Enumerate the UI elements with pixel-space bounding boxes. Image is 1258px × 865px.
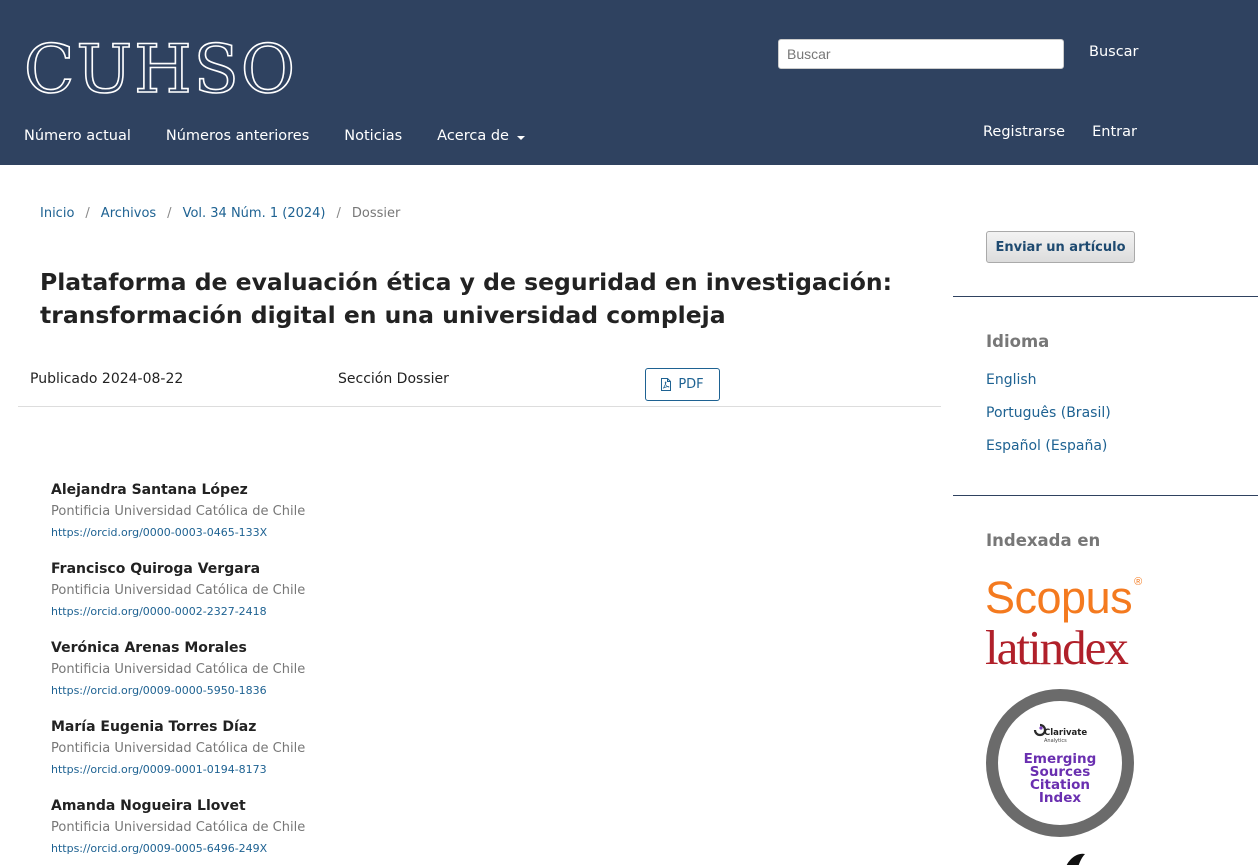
- author-orcid-link[interactable]: https://orcid.org/0009-0001-0194-8173: [51, 763, 551, 777]
- pdf-label: PDF: [678, 377, 704, 392]
- latindex-logo[interactable]: latindex: [985, 620, 1129, 675]
- breadcrumb-current: Dossier: [351, 206, 401, 221]
- breadcrumb-separator: /: [167, 206, 172, 221]
- primary-nav: Número actual Números anteriores Noticia…: [24, 128, 560, 144]
- author-orcid-link[interactable]: https://orcid.org/0009-0005-6496-249X: [51, 842, 551, 856]
- author-affiliation: Pontificia Universidad Católica de Chile: [51, 662, 306, 677]
- web-of-science-badge[interactable]: Web of Science Indexed Clarivate Analyti…: [985, 688, 1135, 838]
- site-logo[interactable]: CUHSO: [23, 30, 297, 110]
- login-link[interactable]: Entrar: [1092, 124, 1137, 140]
- language-portuguese[interactable]: Português (Brasil): [986, 404, 1111, 437]
- scopus-logo-text: Scopus: [985, 572, 1133, 623]
- nav-archives[interactable]: Números anteriores: [166, 128, 309, 144]
- author-name: Francisco Quiroga Vergara: [51, 561, 261, 577]
- submit-article-button[interactable]: Enviar un artículo: [986, 231, 1135, 263]
- file-pdf-icon: [661, 378, 672, 391]
- user-nav: Registrarse Entrar: [983, 124, 1164, 140]
- author-item: Amanda Nogueira Llovet Pontificia Univer…: [51, 797, 551, 865]
- register-link[interactable]: Registrarse: [983, 124, 1065, 140]
- search-input[interactable]: [778, 39, 1064, 69]
- nav-news[interactable]: Noticias: [344, 128, 402, 144]
- breadcrumb-archives[interactable]: Archivos: [101, 206, 156, 221]
- author-affiliation: Pontificia Universidad Católica de Chile: [51, 583, 306, 598]
- article-title: Plataforma de evaluación ética y de segu…: [40, 268, 893, 329]
- author-item: Alejandra Santana López Pontificia Unive…: [51, 481, 551, 560]
- breadcrumb-issue[interactable]: Vol. 34 Núm. 1 (2024): [183, 206, 326, 221]
- clarivate-label: Clarivate: [1044, 728, 1087, 738]
- sidebar-divider: [953, 296, 1258, 297]
- language-heading: Idioma: [986, 332, 1050, 351]
- nav-about-label: Acerca de: [437, 128, 509, 144]
- registered-mark: ®: [1134, 576, 1142, 588]
- nav-about[interactable]: Acerca de: [437, 128, 525, 144]
- language-list: English Português (Brasil) Español (Espa…: [986, 371, 1111, 470]
- author-name: Verónica Arenas Morales: [51, 640, 247, 656]
- author-affiliation: Pontificia Universidad Católica de Chile: [51, 820, 306, 835]
- breadcrumb-separator: /: [336, 206, 341, 221]
- partial-logo-icon: [1066, 853, 1085, 865]
- author-orcid-link[interactable]: https://orcid.org/0009-0000-5950-1836: [51, 684, 551, 698]
- author-orcid-link[interactable]: https://orcid.org/0000-0002-2327-2418: [51, 605, 551, 619]
- author-name: Alejandra Santana López: [51, 482, 248, 498]
- author-list: Alejandra Santana López Pontificia Unive…: [51, 481, 551, 865]
- wos-line-4: Index: [1039, 790, 1081, 806]
- breadcrumb-separator: /: [85, 206, 90, 221]
- scopus-logo[interactable]: Scopus ®: [985, 557, 1142, 623]
- published-date: Publicado 2024-08-22: [30, 371, 184, 387]
- language-english[interactable]: English: [986, 371, 1111, 404]
- clarivate-sub-label: Analytics: [1044, 738, 1067, 744]
- author-name: Amanda Nogueira Llovet: [51, 798, 246, 814]
- author-item: Verónica Arenas Morales Pontificia Unive…: [51, 639, 551, 718]
- sidebar-divider: [953, 495, 1258, 496]
- author-orcid-link[interactable]: https://orcid.org/0000-0003-0465-133X: [51, 526, 551, 540]
- article-section: Sección Dossier: [338, 371, 449, 387]
- indexed-heading: Indexada en: [986, 531, 1101, 550]
- author-name: María Eugenia Torres Díaz: [51, 719, 257, 735]
- breadcrumb-home[interactable]: Inicio: [40, 206, 74, 221]
- author-affiliation: Pontificia Universidad Católica de Chile: [51, 741, 306, 756]
- pdf-button[interactable]: PDF: [645, 368, 720, 401]
- author-item: Francisco Quiroga Vergara Pontificia Uni…: [51, 560, 551, 639]
- caret-down-icon: [516, 135, 525, 140]
- article-meta: Publicado 2024-08-22 Sección Dossier PDF: [18, 368, 941, 407]
- author-affiliation: Pontificia Universidad Católica de Chile: [51, 504, 306, 519]
- search-button[interactable]: Buscar: [1089, 44, 1139, 60]
- nav-current-issue[interactable]: Número actual: [24, 128, 131, 144]
- site-header: CUHSO Buscar Número actual Números anter…: [0, 0, 1258, 165]
- language-spanish[interactable]: Español (España): [986, 437, 1111, 470]
- author-item: María Eugenia Torres Díaz Pontificia Uni…: [51, 718, 551, 797]
- breadcrumb: Inicio / Archivos / Vol. 34 Núm. 1 (2024…: [40, 206, 400, 221]
